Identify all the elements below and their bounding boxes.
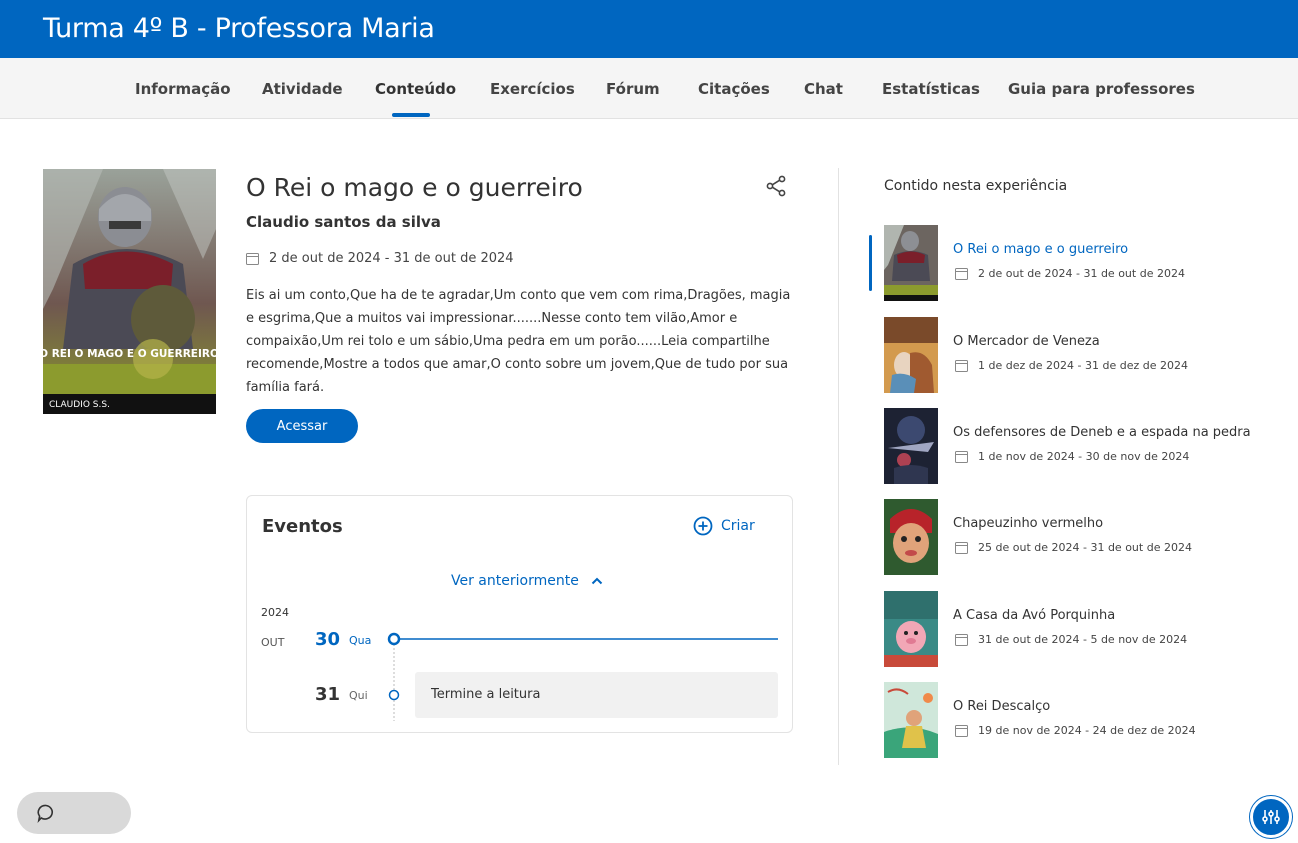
sidebar-item-dates-text: 1 de nov de 2024 - 30 de nov de 2024 (978, 450, 1190, 463)
sidebar-item-dates: 2 de out de 2024 - 31 de out de 2024 (955, 267, 1185, 280)
sidebar-item-dates: 1 de nov de 2024 - 30 de nov de 2024 (955, 450, 1189, 463)
book-thumbnail (884, 408, 938, 484)
tab-estatisticas[interactable]: Estatísticas (882, 80, 980, 98)
settings-fab[interactable] (1250, 796, 1292, 838)
book-dates: 2 de out de 2024 - 31 de out de 2024 (246, 251, 514, 266)
sidebar-item-chapeuzinho-vermelho[interactable]: Chapeuzinho vermelho 25 de out de 2024 -… (884, 499, 1284, 577)
tab-informacao[interactable]: Informação (135, 80, 231, 98)
sidebar-item-dates: 19 de nov de 2024 - 24 de dez de 2024 (955, 724, 1196, 737)
sidebar-item-dates: 1 de dez de 2024 - 31 de dez de 2024 (955, 359, 1188, 372)
sidebar-item-title: Chapeuzinho vermelho (953, 516, 1104, 531)
event-weekday: Qui (349, 689, 368, 702)
calendar-icon (955, 360, 968, 372)
sliders-icon (1262, 810, 1280, 824)
calendar-icon (955, 725, 968, 737)
tab-citacoes[interactable]: Citações (698, 80, 770, 98)
event-weekday: Qua (349, 634, 372, 647)
see-previous-label: Ver anteriormente (451, 573, 579, 589)
sidebar-item-title: O Mercador de Veneza (953, 334, 1100, 349)
book-title: O Rei o mago e o guerreiro (246, 173, 583, 202)
create-event-button[interactable]: Criar (693, 516, 755, 536)
sidebar-item-title: O Rei Descalço (953, 699, 1051, 714)
tab-exercicios[interactable]: Exercícios (490, 80, 575, 98)
sidebar-item-o-rei-descalco[interactable]: O Rei Descalço 19 de nov de 2024 - 24 de… (884, 682, 1284, 760)
book-dates-text: 2 de out de 2024 - 31 de out de 2024 (269, 251, 514, 266)
calendar-icon (246, 253, 259, 265)
sidebar-active-indicator (869, 235, 872, 291)
tab-chat[interactable]: Chat (804, 80, 843, 98)
sidebar-item-o-mercador-de-veneza[interactable]: O Mercador de Veneza 1 de dez de 2024 - … (884, 317, 1284, 395)
calendar-icon (955, 542, 968, 554)
event-day-number: 31 (315, 684, 341, 705)
sidebar-item-dates-text: 1 de dez de 2024 - 31 de dez de 2024 (978, 359, 1188, 372)
book-thumbnail (884, 682, 938, 758)
create-label: Criar (721, 518, 755, 534)
events-title: Eventos (262, 516, 343, 537)
sidebar-item-dates-text: 19 de nov de 2024 - 24 de dez de 2024 (978, 724, 1196, 737)
sidebar-item-dates-text: 31 de out de 2024 - 5 de nov de 2024 (978, 633, 1188, 646)
top-bar: Turma 4º B - Professora Maria (0, 0, 1298, 58)
cover-title-text: O REI O MAGO E O GUERREIRO (43, 348, 216, 360)
event-item[interactable]: Termine a leitura (415, 672, 778, 718)
chat-button[interactable] (17, 792, 131, 834)
tab-atividade[interactable]: Atividade (262, 80, 343, 98)
timeline-current-dot (387, 632, 401, 646)
sidebar-item-dates: 25 de out de 2024 - 31 de out de 2024 (955, 541, 1192, 554)
calendar-icon (955, 634, 968, 646)
sidebar-item-os-defensores-de-deneb[interactable]: Os defensores de Deneb e a espada na ped… (884, 408, 1284, 486)
see-previous-link[interactable]: Ver anteriormente (451, 573, 603, 589)
book-thumbnail (884, 317, 938, 393)
events-month: OUT (261, 636, 285, 649)
calendar-icon (955, 268, 968, 280)
sidebar-item-o-rei-o-mago[interactable]: O Rei o mago e o guerreiro 2 de out de 2… (884, 225, 1284, 303)
book-author: Claudio santos da silva (246, 213, 441, 231)
sidebar-item-title: Os defensores de Deneb e a espada na ped… (953, 425, 1251, 440)
nav-tabs: Informação Atividade Conteúdo Exercícios… (0, 58, 1298, 119)
book-thumbnail (884, 591, 938, 667)
column-divider (838, 168, 839, 765)
events-year: 2024 (261, 606, 289, 619)
tab-guia-professores[interactable]: Guia para professores (1008, 80, 1195, 98)
book-thumbnail (884, 499, 938, 575)
sidebar-item-dates: 31 de out de 2024 - 5 de nov de 2024 (955, 633, 1187, 646)
share-icon[interactable] (764, 174, 788, 198)
event-day-number: 30 (315, 629, 341, 650)
calendar-icon (955, 451, 968, 463)
class-title: Turma 4º B - Professora Maria (43, 13, 435, 44)
book-description: Eis ai um conto,Que ha de te agradar,Um … (246, 288, 791, 395)
active-tab-indicator (392, 113, 430, 117)
sidebar-item-a-casa-da-avo-porquinha[interactable]: A Casa da Avó Porquinha 31 de out de 202… (884, 591, 1284, 669)
sidebar-item-title: O Rei o mago e o guerreiro (953, 242, 1129, 257)
chevron-up-icon (591, 577, 603, 585)
chat-bubble-icon (37, 804, 54, 823)
tab-conteudo[interactable]: Conteúdo (375, 80, 456, 98)
book-cover: O REI O MAGO E O GUERREIRO CLAUDIO S.S. (43, 169, 216, 414)
sidebar-item-title: A Casa da Avó Porquinha (953, 608, 1116, 623)
sidebar-item-dates-text: 2 de out de 2024 - 31 de out de 2024 (978, 267, 1185, 280)
plus-circle-icon (693, 516, 713, 536)
access-button[interactable]: Acessar (246, 409, 358, 443)
sidebar-heading: Contido nesta experiência (884, 178, 1068, 194)
book-thumbnail (884, 225, 938, 301)
timeline-dot (388, 689, 400, 701)
tab-forum[interactable]: Fórum (606, 80, 660, 98)
cover-author-text: CLAUDIO S.S. (49, 400, 110, 410)
sidebar-item-dates-text: 25 de out de 2024 - 31 de out de 2024 (978, 541, 1192, 554)
events-panel: Eventos Criar Ver anteriormente 2024 OUT… (246, 495, 793, 733)
